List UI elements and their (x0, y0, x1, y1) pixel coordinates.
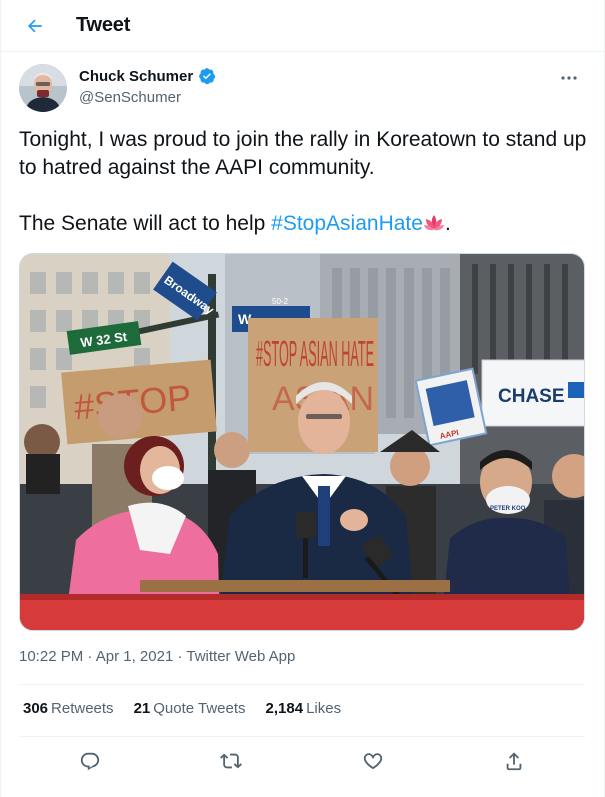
share-icon (506, 752, 522, 771)
retweets-count: 306 (23, 700, 49, 717)
retweets-label: Retweets (51, 700, 114, 717)
chase-sign-text: CHASE (498, 386, 565, 407)
retweet-button[interactable] (218, 748, 244, 774)
header: Tweet (1, 0, 605, 52)
meta-separator: · (87, 648, 96, 665)
tweet-text-paragraph-1: Tonight, I was proud to join the rally i… (19, 128, 587, 179)
lotus-emoji-icon (423, 215, 444, 231)
share-button[interactable] (501, 748, 527, 774)
quote-tweets-count: 21 (133, 700, 151, 717)
verified-badge-icon (199, 68, 216, 85)
tweet-meta: 10:22 PM · Apr 1, 2021 · Twitter Web App (19, 648, 295, 665)
author-handle[interactable]: @SenSchumer (79, 89, 181, 106)
likes-count: 2,184 (265, 700, 304, 717)
tweet-text: Tonight, I was proud to join the rally i… (19, 126, 591, 238)
more-dots-icon (561, 76, 577, 80)
tweet-photo[interactable]: CHASE W 32 St Broadway W 50-2 #STOP #STO… (19, 253, 585, 631)
more-options-button[interactable] (555, 64, 583, 92)
tweet-page: Tweet Chuck Schumer @SenSchumer Tonight, (0, 0, 605, 797)
tweet-source[interactable]: Twitter Web App (186, 648, 295, 665)
divider (19, 684, 585, 685)
divider (19, 736, 585, 737)
reply-button[interactable] (77, 748, 103, 774)
arrow-left-icon (28, 19, 42, 33)
heart-icon (363, 753, 383, 770)
tweet-time[interactable]: 10:22 PM (19, 648, 83, 665)
rally-photo-illustration: CHASE W 32 St Broadway W 50-2 #STOP #STO… (20, 254, 584, 630)
poster-main-text: #STOP ASIAN HATE (256, 333, 374, 374)
tweet-author: Chuck Schumer @SenSchumer (19, 64, 589, 114)
like-button[interactable] (360, 748, 386, 774)
quote-tweets-label: Quote Tweets (153, 700, 246, 717)
reply-icon (80, 752, 100, 771)
tweet-actions (19, 748, 585, 774)
avatar[interactable] (19, 64, 67, 112)
mask-badge-text: PETER KOO (490, 506, 526, 512)
tweet-date[interactable]: Apr 1, 2021 (96, 648, 174, 665)
likes-label: Likes (306, 700, 342, 717)
quote-tweets-stat[interactable]: 21 Quote Tweets (134, 700, 246, 717)
retweets-stat[interactable]: 306 Retweets (23, 700, 114, 717)
back-button[interactable] (19, 10, 51, 42)
hashtag-link[interactable]: #StopAsianHate (271, 212, 423, 235)
street-sign-number-text: 50-2 (272, 297, 289, 306)
author-name[interactable]: Chuck Schumer (79, 68, 193, 85)
tweet-text-paragraph-2: The Senate will act to help #StopAsianHa… (19, 210, 591, 238)
tweet-stats: 306 Retweets 21 Quote Tweets 2,184 Likes (23, 700, 341, 717)
tweet-text-prefix: The Senate will act to help (19, 212, 272, 235)
retweet-icon (220, 753, 242, 769)
likes-stat[interactable]: 2,184 Likes (266, 700, 342, 717)
tweet-text-suffix: . (444, 212, 451, 235)
page-title: Tweet (76, 14, 131, 36)
